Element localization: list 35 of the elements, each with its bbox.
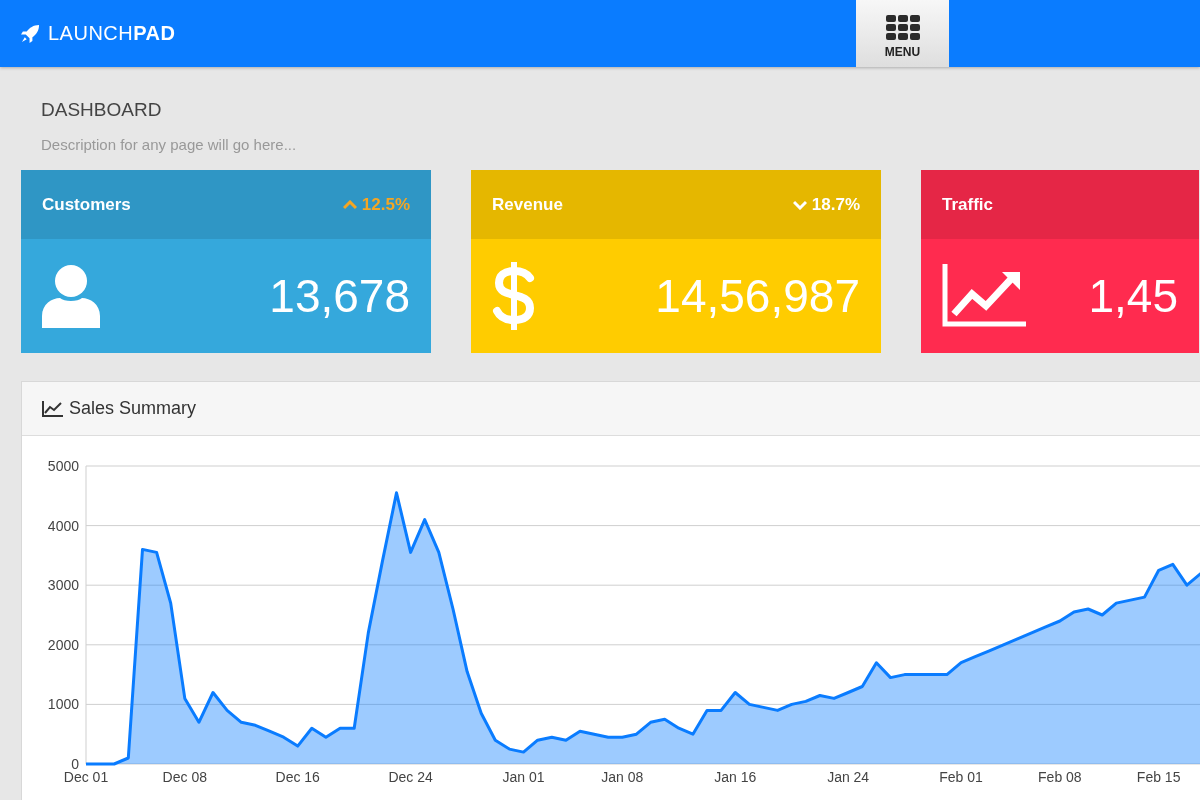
x-axis-label: Feb 15 [1136,769,1181,785]
x-axis-label: Dec 01 [63,769,109,785]
line-chart-icon [42,400,63,417]
dollar-icon [492,260,536,332]
user-icon [42,264,100,328]
stat-value: 13,678 [269,269,410,323]
menu-button[interactable]: MENU [856,0,949,67]
change-indicator: 18.7% [792,194,860,215]
x-axis-label: Dec 08 [162,769,207,785]
stat-value: 14,56,987 [655,269,860,323]
y-axis-label: 0 [71,756,79,772]
app-logo[interactable]: LAUNCHPAD [48,22,176,45]
x-axis-label: Dec 16 [275,769,320,785]
y-axis-label: 5000 [47,458,79,474]
x-axis-label: Feb 08 [1038,769,1082,785]
trend-chart-icon [942,264,1026,328]
x-axis-label: Jan 08 [601,769,644,785]
panel-title: Sales Summary [69,398,197,419]
x-axis-label: Jan 16 [714,769,757,785]
y-axis-label: 2000 [47,636,79,653]
card-title: Revenue [492,194,563,215]
change-indicator: 12.5% [342,194,410,215]
stat-value: 1,45 [1088,269,1178,323]
y-axis-label: 3000 [47,577,79,594]
card-title: Customers [42,194,131,215]
y-axis-label: 4000 [47,517,79,534]
x-axis-label: Feb 01 [939,769,983,785]
page-title: DASHBOARD [40,98,163,122]
page-description: Description for any page will go here... [40,135,298,155]
x-axis-label: Jan 01 [502,769,545,785]
rocket-icon [21,24,40,43]
x-axis-label: Jan 24 [827,769,870,785]
y-axis-label: 1000 [47,696,79,713]
x-axis-label: Dec 24 [388,769,433,785]
card-title: Traffic [942,194,994,215]
